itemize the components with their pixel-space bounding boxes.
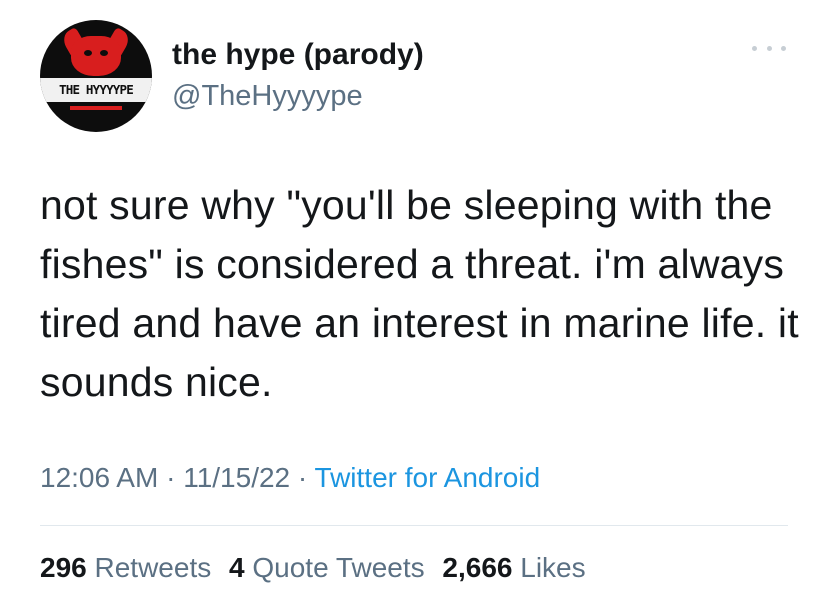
tweet-source-link[interactable]: Twitter for Android (315, 462, 541, 493)
quote-tweets-label: Quote Tweets (252, 552, 425, 583)
author-handle[interactable]: @TheHyyyype (172, 80, 363, 113)
tweet-card: THE HYYYYPE the hype (parody) @TheHyyyyp… (0, 0, 828, 612)
likes-count: 2,666 (442, 552, 513, 583)
meta-separator: · (297, 462, 308, 493)
tweet-stats: 296 Retweets 4 Quote Tweets 2,666 Likes (40, 552, 596, 584)
retweets-label: Retweets (94, 552, 212, 583)
tweet-metadata: 12:06 AM · 11/15/22 · Twitter for Androi… (40, 462, 540, 494)
tweet-time[interactable]: 12:06 AM (40, 462, 158, 493)
avatar[interactable]: THE HYYYYPE (40, 20, 152, 132)
devil-logo-icon (71, 36, 121, 76)
tweet-date[interactable]: 11/15/22 (183, 462, 290, 493)
likes-label: Likes (520, 552, 586, 583)
avatar-logo-base (70, 106, 122, 110)
devil-left-eye (84, 50, 92, 56)
quote-tweets-stat[interactable]: 4 Quote Tweets (229, 552, 425, 583)
ellipsis-icon[interactable] (752, 40, 786, 56)
ellipsis-dot (752, 45, 757, 51)
ellipsis-dot (766, 45, 772, 51)
avatar-logo-text: THE HYYYYPE (40, 78, 152, 102)
devil-right-eye (100, 50, 108, 56)
quote-tweets-count: 4 (229, 552, 245, 583)
meta-separator: · (166, 462, 176, 493)
ellipsis-dot (781, 45, 786, 51)
retweets-stat[interactable]: 296 Retweets (40, 552, 211, 583)
likes-stat[interactable]: 2,666 Likes (442, 552, 585, 583)
divider (40, 525, 788, 526)
author-display-name[interactable]: the hype (parody) (172, 38, 424, 72)
retweets-count: 296 (40, 552, 87, 583)
tweet-text: not sure why "you'll be sleeping with th… (40, 182, 799, 405)
